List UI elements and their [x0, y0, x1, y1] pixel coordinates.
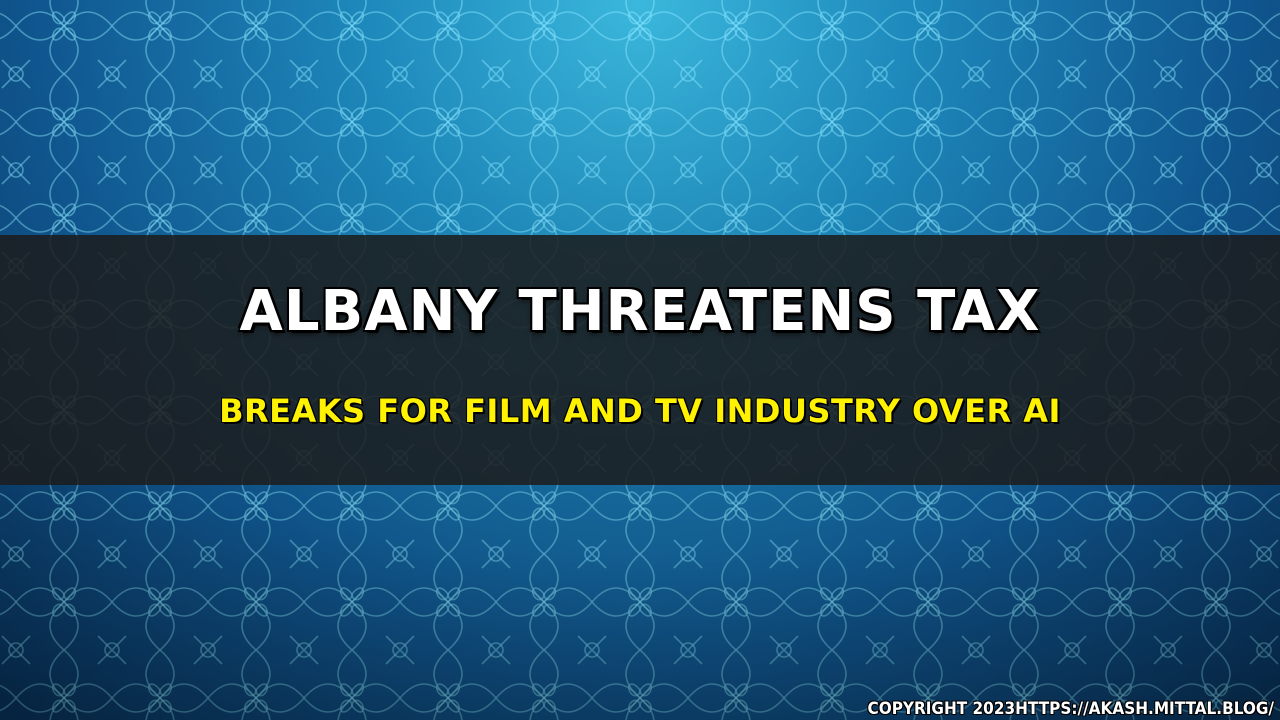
headline-line-1: ALBANY THREATENS TAX [239, 279, 1041, 344]
banner-image: ALBANY THREATENS TAX BREAKS FOR FILM AND… [0, 0, 1280, 720]
headline-line-2: BREAKS FOR FILM AND TV INDUSTRY OVER AI [219, 392, 1061, 430]
copyright-text: COPYRIGHT 2023HTTPS://AKASH.MITTAL.BLOG/ [867, 699, 1274, 719]
